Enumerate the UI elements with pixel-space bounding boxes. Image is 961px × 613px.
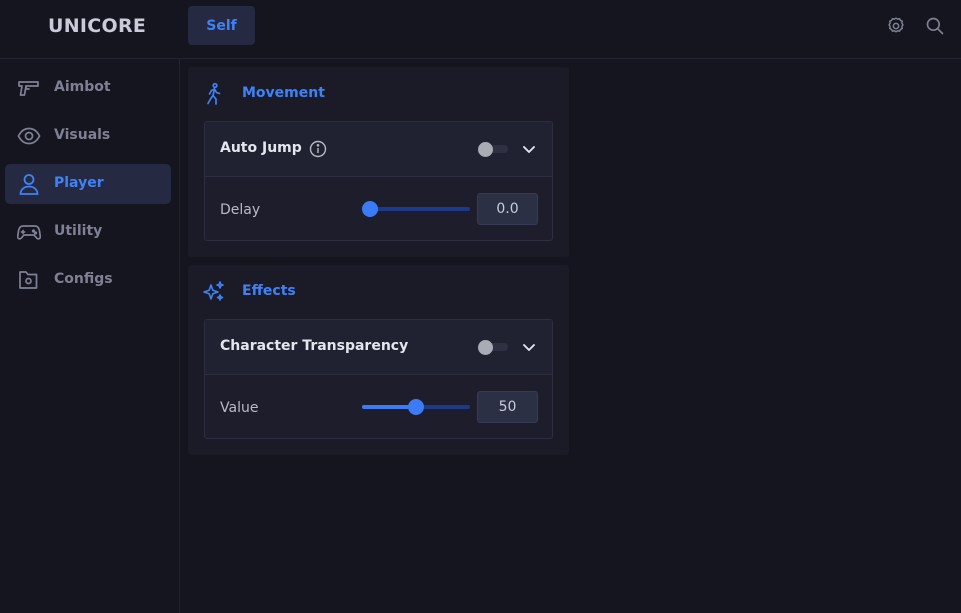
delay-slider[interactable]: [362, 201, 471, 217]
sidebar-item-label: Configs: [54, 271, 113, 287]
delay-label: Delay: [220, 202, 261, 218]
feature-title: Character Transparency: [220, 338, 409, 354]
toggle-knob: [478, 340, 493, 355]
app-logo: UNICORE: [48, 15, 147, 37]
sidebar-item-label: Visuals: [54, 127, 111, 143]
feature-card-character-transparency: Character Transparency Value 50: [204, 319, 553, 439]
sidebar-item-label: Utility: [54, 223, 103, 239]
effects-section: Effects Character Transparency Value 50: [188, 265, 569, 455]
gear-icon[interactable]: [886, 16, 906, 36]
enable-toggle[interactable]: [478, 340, 508, 355]
sidebar: Aimbot Visuals Player Utility Configs: [0, 59, 180, 613]
sidebar-item-player[interactable]: Player: [5, 164, 171, 204]
search-icon[interactable]: [925, 16, 945, 36]
user-icon: [17, 173, 41, 195]
section-title: Effects: [242, 283, 296, 299]
sidebar-item-visuals[interactable]: Visuals: [5, 116, 171, 156]
sidebar-item-label: Player: [54, 175, 104, 191]
toggle-knob: [478, 142, 493, 157]
sidebar-item-utility[interactable]: Utility: [5, 212, 171, 252]
feature-title: Auto Jump: [220, 140, 302, 156]
section-title: Movement: [242, 85, 325, 101]
tab-self[interactable]: Self: [188, 6, 255, 45]
slider-thumb[interactable]: [362, 201, 378, 217]
movement-section: Movement Auto Jump Delay 0.0: [188, 67, 569, 257]
slider-track: [362, 207, 470, 211]
eye-icon: [17, 125, 41, 147]
chevron-down-icon[interactable]: [521, 141, 537, 157]
gun-icon: [17, 77, 41, 99]
delay-value-input[interactable]: 0.0: [477, 193, 538, 225]
feature-header[interactable]: Auto Jump: [205, 122, 552, 177]
sidebar-item-aimbot[interactable]: Aimbot: [5, 68, 171, 108]
sparkles-icon: [202, 280, 226, 304]
top-bar: UNICORE Self: [0, 0, 961, 59]
info-icon[interactable]: [309, 140, 327, 158]
gamepad-icon: [16, 221, 42, 243]
value-label: Value: [220, 400, 259, 416]
sidebar-item-configs[interactable]: Configs: [5, 260, 171, 300]
transparency-value-input[interactable]: 50: [477, 391, 538, 423]
chevron-down-icon[interactable]: [521, 339, 537, 355]
feature-card-auto-jump: Auto Jump Delay 0.0: [204, 121, 553, 241]
enable-toggle[interactable]: [478, 142, 508, 157]
feature-header[interactable]: Character Transparency: [205, 320, 552, 375]
sidebar-item-label: Aimbot: [54, 79, 111, 95]
walking-person-icon: [202, 82, 226, 106]
slider-thumb[interactable]: [408, 399, 424, 415]
transparency-slider[interactable]: [362, 399, 471, 415]
folder-icon: [17, 269, 41, 291]
